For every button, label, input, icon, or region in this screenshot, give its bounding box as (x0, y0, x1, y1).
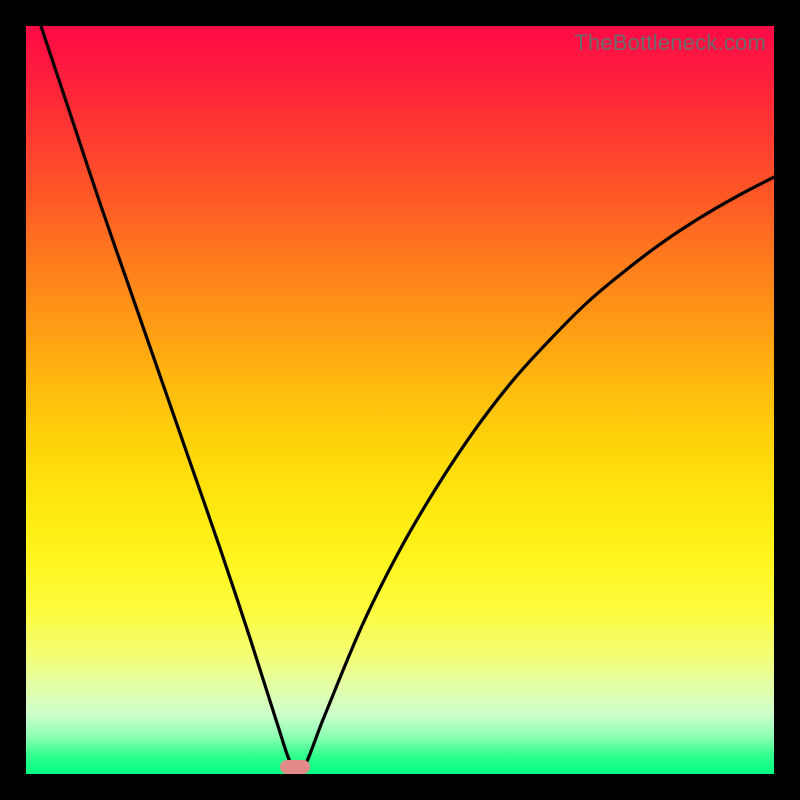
chart-frame: TheBottleneck.com (0, 0, 800, 800)
chart-plot-area: TheBottleneck.com (26, 26, 774, 774)
chart-marker (280, 760, 310, 774)
chart-curve (26, 26, 774, 774)
watermark-text: TheBottleneck.com (574, 30, 766, 56)
